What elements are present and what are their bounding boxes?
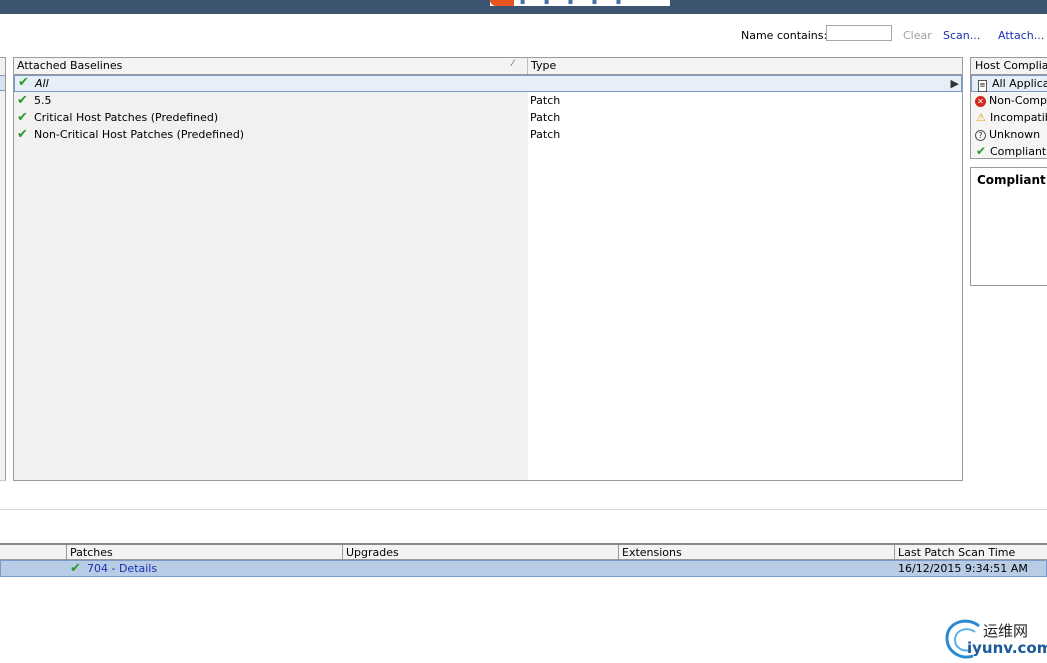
compliance-item-label: Compliant — [990, 145, 1047, 158]
name-contains-input[interactable] — [826, 25, 892, 41]
compliance-item-label: Unknown — [989, 128, 1041, 141]
watermark-chinese-text: 运维网 — [983, 622, 1029, 640]
compliance-item-label: Non-Comp — [989, 94, 1047, 107]
column-header-attached-baselines[interactable]: Attached Baselines — [14, 58, 528, 74]
compliance-detail-title: Compliant — [977, 173, 1046, 187]
left-panel-selection — [0, 75, 5, 91]
column-header-extensions[interactable]: Extensions — [618, 545, 894, 560]
baseline-name: 5.5 — [34, 94, 52, 107]
column-header-blank[interactable] — [0, 545, 66, 560]
check-icon: ✔ — [70, 561, 81, 576]
baseline-name: All — [35, 77, 49, 90]
baseline-name: Non-Critical Host Patches (Predefined) — [34, 128, 245, 141]
host-compliance-panel: Host Complian ≡ All Applica ✕Non-Comp ⚠ In… — [970, 57, 1047, 159]
clear-link[interactable]: Clear — [903, 29, 932, 42]
document-icon: ≡ — [978, 80, 987, 92]
logo-mark — [490, 0, 514, 6]
baseline-type: Patch — [530, 111, 561, 124]
compliance-item-label: Incompatib — [990, 111, 1047, 124]
check-icon: ✔ — [17, 127, 28, 142]
compliance-item-compliant[interactable]: ✔ Compliant — [975, 143, 1047, 158]
attach-link[interactable]: Attach... — [998, 29, 1044, 42]
baseline-row-all[interactable]: ✔ All ▶ — [14, 75, 962, 92]
compliance-detail-box: Compliant — [970, 167, 1047, 286]
scan-summary-table: Patches Upgrades Extensions Last Patch S… — [0, 543, 1047, 578]
column-header-last-patch-scan-time[interactable]: Last Patch Scan Time — [894, 545, 1047, 560]
baseline-row[interactable]: ✔ Critical Host Patches (Predefined) Pat… — [14, 109, 962, 126]
baseline-row[interactable]: ✔ Non-Critical Host Patches (Predefined)… — [14, 126, 962, 143]
error-icon: ✕ — [975, 96, 986, 107]
sort-icon[interactable]: ⁄ — [512, 59, 514, 69]
baseline-type: Patch — [530, 94, 561, 107]
compliance-item-unknown[interactable]: ? Unknown — [975, 126, 1040, 143]
host-compliance-header: Host Complian — [971, 58, 1047, 75]
watermark-domain-text: iyunv.com — [967, 639, 1047, 657]
warning-icon: ⚠ — [976, 111, 986, 124]
scan-summary-row[interactable]: ✔ 704 - Details 16/12/2015 9:34:51 AM — [0, 560, 1047, 577]
compliance-item-all-applicable[interactable]: ≡ All Applica — [971, 75, 1047, 92]
check-icon: ✔ — [17, 110, 28, 125]
scan-summary-header: Patches Upgrades Extensions Last Patch S… — [0, 543, 1047, 560]
compliance-item-incompatible[interactable]: ⚠ Incompatib — [975, 109, 1047, 126]
compliance-item-non-compliant[interactable]: ✕ Non-Comp — [975, 92, 1047, 109]
top-banner: ▪ ▪ ▪ ▪ ▪ — [0, 0, 1047, 14]
check-icon: ✔ — [18, 75, 29, 90]
logo-fragment: ▪ ▪ ▪ ▪ ▪ — [490, 0, 670, 6]
column-header-patches[interactable]: Patches — [66, 545, 342, 560]
baseline-type: Patch — [530, 128, 561, 141]
left-panel-edge — [0, 57, 6, 481]
check-icon: ✔ — [975, 144, 987, 158]
baselines-grid: Attached Baselines ⁄ Type ✔ All ▶ ✔ 5.5 … — [13, 57, 963, 481]
expand-arrow-icon[interactable]: ▶ — [951, 76, 959, 91]
patch-details-link[interactable]: 704 - Details — [87, 561, 157, 576]
site-watermark: 运维网 iyunv.com — [943, 614, 1047, 663]
compliance-item-label: All Applica — [992, 77, 1047, 90]
last-patch-scan-time: 16/12/2015 9:34:51 AM — [898, 562, 1028, 575]
column-header-type[interactable]: Type — [528, 58, 962, 74]
column-header-upgrades[interactable]: Upgrades — [342, 545, 618, 560]
baseline-row[interactable]: ✔ 5.5 Patch — [14, 92, 962, 109]
unknown-icon: ? — [975, 130, 986, 141]
name-contains-label: Name contains: — [741, 29, 828, 42]
scan-link[interactable]: Scan... — [943, 29, 980, 42]
divider — [0, 509, 1047, 510]
baselines-grid-header: Attached Baselines ⁄ Type — [14, 58, 962, 75]
check-icon: ✔ — [17, 93, 28, 108]
logo-glyphs: ▪ ▪ ▪ ▪ ▪ — [520, 0, 630, 6]
baseline-name: Critical Host Patches (Predefined) — [34, 111, 219, 124]
